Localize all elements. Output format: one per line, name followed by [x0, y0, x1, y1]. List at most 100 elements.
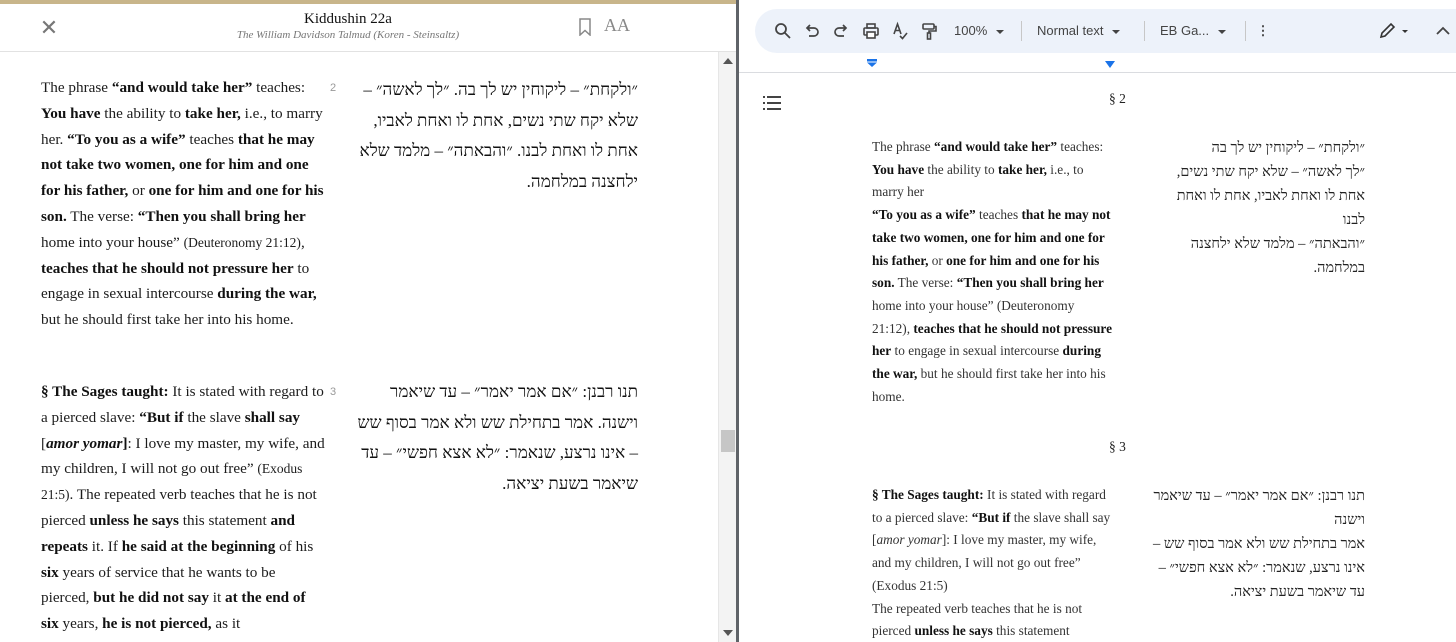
text-run: years, — [58, 615, 103, 633]
version-subtitle[interactable]: The William Davidson Talmud (Koren - Ste… — [180, 29, 516, 41]
zoom-value: 100% — [954, 23, 988, 38]
text-line: ״והבאתה״ – מלמד שלא ילחצנה — [1190, 236, 1365, 252]
right-indent-marker[interactable] — [1104, 61, 1116, 69]
text-run: but he did not say — [93, 589, 209, 607]
text-line: לבנו — [1342, 212, 1365, 228]
text-run: the ability to — [100, 104, 185, 122]
reader-pane: ✕ Kiddushin 22a The William Davidson Tal… — [0, 0, 736, 642]
text-run: “Then you shall bring her — [137, 207, 306, 225]
text-run: “But if — [139, 408, 184, 426]
text-line: עד שיאמר בשעת יציאה. — [1230, 584, 1365, 600]
text-line: תנו רבנן: ״אם אמר יאמר״ – עד שיאמר — [1153, 488, 1365, 504]
chevron-down-icon — [1218, 29, 1227, 34]
paint-format-icon[interactable] — [917, 19, 941, 43]
text-run: “Then you shall bring her — [956, 275, 1104, 291]
text-run: to engage in sexual intercourse — [891, 343, 1063, 359]
text-run: or — [128, 182, 149, 200]
doc-english-2[interactable]: The phrase “and would take her” teaches:… — [872, 136, 1114, 408]
docs-toolbar: 100% Normal text EB Ga... ⋮ — [755, 9, 1456, 53]
reader-scrollbar[interactable] — [718, 52, 736, 642]
text-run: this statement — [992, 623, 1070, 639]
left-indent-marker[interactable] — [866, 59, 878, 67]
segment-number-3[interactable]: 3 — [330, 386, 336, 398]
text-run: as it — [211, 615, 241, 633]
font-value: EB Ga... — [1160, 23, 1210, 38]
text-run: “To you as a wife” — [872, 207, 976, 223]
text-line: אינו נרצע, שנאמר: ״לא אצא חפשי״ – — [1158, 560, 1365, 576]
text-line: ״ולקחת״ – ליקוחין יש לך בה — [1211, 140, 1365, 156]
search-icon[interactable] — [771, 19, 795, 43]
text-line: אמר בתחילת שש ולא אמר בסוף שש – — [1152, 536, 1365, 552]
text-run: shall say — [244, 408, 301, 426]
text-run: The phrase — [872, 139, 935, 154]
section-marker-2: § 2 — [1109, 91, 1126, 106]
segment-hebrew-2: ״ולקחת״ – ליקוחין יש לך בה. ״לך לאשה״ – … — [359, 80, 639, 192]
hide-menus-icon[interactable] — [1433, 19, 1453, 43]
text-run: teaches — [975, 207, 1022, 223]
text-run: or — [928, 252, 947, 268]
redo-icon[interactable] — [829, 19, 853, 43]
text-run: take her, — [184, 104, 241, 122]
segment-english-2: The phrase “and would take her” teaches:… — [41, 75, 325, 333]
text-run: unless — [89, 511, 130, 529]
text-run: he says — [132, 511, 179, 529]
text-run: “To you as a wife” — [67, 130, 186, 148]
paragraph-style-select[interactable]: Normal text — [1037, 19, 1121, 43]
font-select[interactable]: EB Ga... — [1160, 19, 1227, 43]
scroll-down-icon[interactable] — [723, 630, 733, 636]
scroll-up-icon[interactable] — [723, 58, 733, 64]
text-line: ״לך לאשה״ – שלא יקח שתי נשים, — [1176, 164, 1365, 180]
text-run: of his — [275, 537, 314, 555]
text-run: amor yomar — [876, 532, 942, 548]
print-icon[interactable] — [859, 19, 883, 43]
toolbar-separator — [1144, 21, 1145, 41]
text-run: “But if — [971, 509, 1011, 525]
text-run: take her, — [997, 161, 1047, 177]
text-run: teaches — [185, 130, 238, 148]
text-run: it — [208, 589, 225, 607]
text-run: he is not pierced, — [102, 615, 212, 633]
text-run: home into your house” — [41, 233, 184, 251]
text-run: six — [41, 563, 59, 581]
chevron-down-icon — [996, 29, 1005, 34]
close-icon[interactable]: ✕ — [36, 16, 62, 42]
undo-icon[interactable] — [800, 19, 824, 43]
paragraph-style-value: Normal text — [1037, 23, 1104, 38]
text-line: במלחמה. — [1313, 260, 1365, 276]
zoom-select[interactable]: 100% — [954, 19, 1005, 43]
spellcheck-icon[interactable] — [888, 19, 912, 43]
bookmark-icon[interactable] — [578, 18, 592, 37]
text-run: , — [300, 233, 305, 251]
text-run: the ability to — [924, 161, 998, 177]
text-run: unless he says — [914, 623, 993, 639]
text-run: this statement — [178, 511, 271, 529]
text-run: § The Sages taught: — [872, 487, 984, 502]
toolbar-separator — [1245, 21, 1246, 41]
text-run: (Deuteronomy 21:12) — [183, 234, 301, 250]
document-outline-icon[interactable] — [763, 95, 781, 111]
editing-mode-button[interactable] — [1376, 19, 1410, 43]
text-run: “and would take her” — [934, 139, 1058, 154]
doc-english-3[interactable]: § The Sages taught: It is stated with re… — [872, 484, 1114, 642]
text-run: but he should first take her into his ho… — [41, 311, 294, 329]
text-run: The verse: — [894, 275, 957, 291]
text-run: during the war, — [217, 285, 317, 303]
text-run: “and would take her” — [111, 79, 253, 96]
language-toggle-button[interactable]: AA — [604, 15, 630, 36]
doc-hebrew-3[interactable]: תנו רבנן: ״אם אמר יאמר״ – עד שיאמר וישנה א… — [1129, 484, 1365, 604]
reader-header: ✕ Kiddushin 22a The William Davidson Tal… — [0, 4, 736, 52]
text-line: אחת לו ואחת לאביו, אחת לו ואחת — [1176, 188, 1365, 204]
ruler[interactable] — [739, 53, 1456, 73]
text-run: amor yomar — [46, 434, 123, 452]
text-run: it. If — [87, 537, 122, 555]
toolbar-separator — [1021, 21, 1022, 41]
text-run: teaches: — [1057, 139, 1104, 154]
text-run: he said at the beginning — [121, 537, 276, 555]
more-options-icon[interactable]: ⋮ — [1255, 19, 1271, 43]
text-run: teaches: — [252, 79, 306, 96]
scrollbar-thumb[interactable] — [721, 430, 735, 452]
segment-english-3: § The Sages taught: It is stated with re… — [41, 379, 325, 637]
text-run: § The Sages taught: — [41, 383, 169, 400]
doc-hebrew-2[interactable]: ״ולקחת״ – ליקוחין יש לך בה ״לך לאשה״ – של… — [1129, 136, 1365, 280]
segment-number-2[interactable]: 2 — [330, 82, 336, 94]
